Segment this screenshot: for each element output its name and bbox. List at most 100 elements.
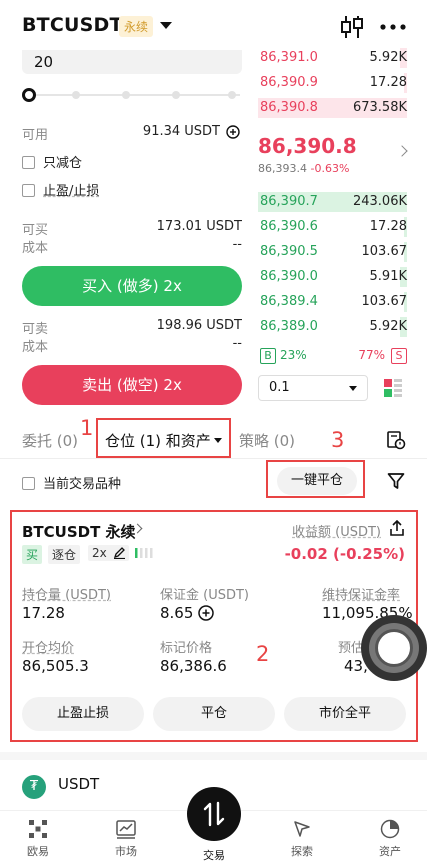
- nav-discover-label: 探索: [291, 845, 313, 858]
- bid-row[interactable]: 86,389.0 5.92K: [258, 317, 407, 337]
- quantity: 17.28: [369, 219, 407, 234]
- last-price[interactable]: 86,390.8: [258, 134, 357, 158]
- annotation-number: 1: [80, 416, 94, 440]
- checkbox-box[interactable]: [22, 477, 35, 490]
- available-value: 91.34 USDT: [142, 124, 220, 139]
- price: 86,390.6: [260, 219, 318, 234]
- checkbox-box[interactable]: [22, 156, 35, 169]
- nav-home[interactable]: 欧易: [8, 819, 68, 859]
- tab-orders[interactable]: 委托 (0): [22, 430, 78, 451]
- slider-knob[interactable]: [22, 88, 36, 102]
- slider-dot[interactable]: [228, 91, 236, 99]
- pair-dropdown-icon[interactable]: [160, 22, 172, 29]
- floating-core: [375, 629, 413, 667]
- bid-row[interactable]: 86,390.5 103.67: [258, 242, 407, 262]
- bid-row[interactable]: 86,389.4 103.67: [258, 292, 407, 312]
- close-position-button[interactable]: 平仓: [153, 697, 275, 731]
- edit-icon[interactable]: [113, 546, 126, 559]
- tab-positions[interactable]: 仓位 (1) 和资产: [105, 430, 211, 451]
- depth-step-value: 0.1: [269, 380, 290, 395]
- ask-row[interactable]: 86,391.0 5.92K: [258, 48, 407, 68]
- can-sell-value: 198.96 USDT: [156, 318, 242, 333]
- sell-short-button[interactable]: 卖出 (做空) 2x: [22, 365, 242, 405]
- asset-name[interactable]: USDT: [58, 775, 99, 793]
- price: 86,389.4: [260, 294, 318, 309]
- floating-assistive-button[interactable]: [361, 615, 427, 681]
- ask-row[interactable]: 86,390.8 673.58K: [258, 98, 407, 118]
- pair-title[interactable]: BTCUSDT: [22, 14, 123, 36]
- nav-market[interactable]: 市场: [96, 819, 156, 859]
- slider-dot[interactable]: [72, 91, 80, 99]
- price: 86,390.0: [260, 269, 318, 284]
- chevron-right-icon[interactable]: [396, 145, 408, 157]
- market-chart-icon: [116, 820, 136, 839]
- amount-input[interactable]: 20: [22, 50, 242, 74]
- price: 86,390.5: [260, 244, 318, 259]
- checkbox-box[interactable]: [22, 184, 35, 197]
- buy-tag: B: [260, 348, 276, 364]
- reduce-only-checkbox[interactable]: 只减仓: [22, 152, 82, 171]
- dropdown-caret-icon: [349, 386, 357, 391]
- bid-row[interactable]: 86,390.0 5.91K: [258, 267, 407, 287]
- quantity: 673.58K: [352, 100, 407, 115]
- order-history-icon[interactable]: [386, 430, 406, 450]
- price: 86,391.0: [260, 50, 318, 65]
- tpsl-button[interactable]: 止盈止损: [22, 697, 144, 731]
- reduce-only-label: 只减仓: [43, 156, 83, 171]
- position-title[interactable]: BTCUSDT 永续: [22, 521, 136, 542]
- side-chip: 买: [22, 545, 43, 564]
- buy-percent: 23%: [280, 348, 307, 362]
- add-margin-icon[interactable]: [198, 605, 214, 621]
- tab-dropdown-icon[interactable]: [214, 438, 222, 443]
- margin-label: 保证金 (USDT): [160, 588, 249, 603]
- bid-row[interactable]: 86,390.6 17.28: [258, 217, 407, 237]
- quantity: 243.06K: [352, 194, 407, 209]
- usdt-logo-icon: ₮: [22, 775, 46, 799]
- pnl-label: 收益额 (USDT): [292, 525, 381, 540]
- more-icon[interactable]: [380, 24, 406, 30]
- nav-assets[interactable]: 资产: [360, 819, 420, 859]
- close-all-button[interactable]: 一键平仓: [277, 467, 357, 495]
- tpsl-checkbox[interactable]: 止盈/止损: [22, 180, 99, 199]
- slider-dot[interactable]: [172, 91, 180, 99]
- candlestick-chart-icon[interactable]: [340, 14, 364, 40]
- available-row: 可用 91.34 USDT: [22, 124, 242, 143]
- buy-long-button[interactable]: 买入 (做多) 2x: [22, 266, 242, 306]
- section-divider: [0, 752, 427, 760]
- okx-logo-icon: [29, 820, 47, 838]
- trade-fab-button[interactable]: [187, 787, 241, 841]
- sell-tag: S: [391, 348, 407, 364]
- current-pair-label: 当前交易品种: [43, 477, 122, 492]
- cost-buy-value: --: [232, 237, 242, 252]
- filter-icon[interactable]: [387, 472, 405, 490]
- annotation-number: 3: [331, 428, 345, 452]
- quantity: 103.67: [361, 244, 408, 259]
- share-icon[interactable]: [389, 520, 405, 537]
- quantity: 5.92K: [369, 319, 407, 334]
- leverage-slider[interactable]: [22, 88, 242, 102]
- nav-assets-label: 资产: [379, 845, 401, 858]
- margin-mode-chip: 逐仓: [48, 545, 81, 564]
- price: 86,390.8: [260, 100, 318, 115]
- price: 86,390.9: [260, 75, 318, 90]
- ask-row[interactable]: 86,390.9 17.28: [258, 73, 407, 93]
- cost-sell-row: 成本 --: [22, 336, 242, 355]
- slider-dot[interactable]: [122, 91, 130, 99]
- nav-discover[interactable]: 探索: [272, 819, 332, 859]
- mark-price-value: 86,386.6: [160, 657, 227, 675]
- margin-value: 8.65: [160, 604, 194, 622]
- tab-strategy[interactable]: 策略 (0): [239, 430, 295, 451]
- depth-step-select[interactable]: 0.1: [258, 375, 368, 401]
- current-pair-checkbox[interactable]: 当前交易品种: [22, 473, 121, 492]
- book-layout-icon[interactable]: [383, 378, 403, 398]
- add-funds-icon[interactable]: [226, 125, 240, 139]
- annotation-number: 2: [256, 642, 270, 666]
- entry-price-value: 86,505.3: [22, 657, 89, 675]
- market-close-all-button[interactable]: 市价全平: [284, 697, 406, 731]
- quantity: 17.28: [369, 75, 407, 90]
- bid-row[interactable]: 86,390.7 243.06K: [258, 192, 407, 212]
- can-buy-label: 可买: [22, 223, 49, 238]
- nav-trade[interactable]: 交易: [184, 847, 244, 863]
- slider-track: [28, 94, 240, 96]
- entry-price-label: 开仓均价: [22, 641, 75, 656]
